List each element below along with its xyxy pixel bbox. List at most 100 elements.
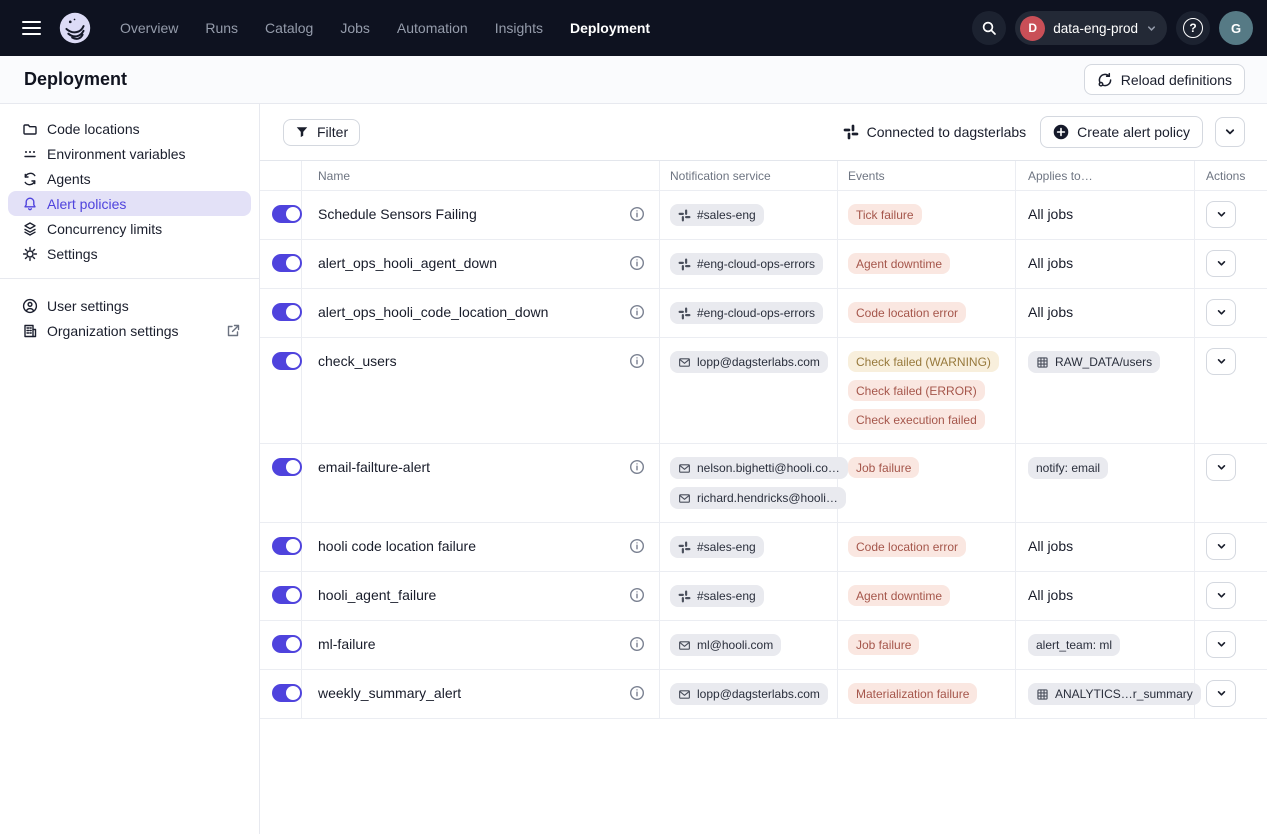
primary-nav-items: Overview Runs Catalog Jobs Automation Insight… bbox=[120, 20, 650, 36]
slack-icon bbox=[843, 124, 859, 140]
deployment-switcher[interactable]: D data-eng-prod bbox=[1015, 11, 1167, 45]
policy-enabled-toggle[interactable] bbox=[272, 254, 302, 272]
email-icon bbox=[678, 462, 691, 475]
filter-funnel-icon bbox=[295, 125, 309, 139]
sidebar-item-agents[interactable]: Agents bbox=[8, 166, 251, 191]
policy-name: email-failture-alert bbox=[318, 457, 430, 477]
sidebar-item-label: Alert policies bbox=[47, 196, 126, 212]
more-actions-button[interactable] bbox=[1215, 117, 1245, 147]
row-actions-menu-button[interactable] bbox=[1206, 250, 1236, 277]
info-icon[interactable] bbox=[629, 457, 645, 475]
notification-service-cell: #eng-cloud-ops-errors bbox=[660, 289, 838, 337]
applies-to-value: All jobs bbox=[1028, 204, 1073, 224]
nav-item-automation[interactable]: Automation bbox=[397, 20, 468, 36]
applies-to-cell: alert_team: ml bbox=[1016, 621, 1195, 669]
applies-to-value: All jobs bbox=[1028, 585, 1073, 605]
chevron-down-icon bbox=[1216, 462, 1227, 473]
notification-pill: lopp@dagsterlabs.com bbox=[670, 683, 828, 705]
row-actions-menu-button[interactable] bbox=[1206, 582, 1236, 609]
folder-icon bbox=[22, 121, 38, 137]
dagster-logo-icon[interactable] bbox=[56, 9, 94, 47]
slack-icon bbox=[678, 541, 691, 554]
info-icon[interactable] bbox=[629, 204, 645, 222]
top-navigation: Overview Runs Catalog Jobs Automation Insight… bbox=[0, 0, 1267, 56]
nav-item-deployment[interactable]: Deployment bbox=[570, 20, 650, 36]
hamburger-menu-icon[interactable] bbox=[14, 11, 48, 45]
sidebar-item-environment-variables[interactable]: Environment variables bbox=[8, 141, 251, 166]
nav-item-catalog[interactable]: Catalog bbox=[265, 20, 313, 36]
applies-column-header: Applies to… bbox=[1016, 161, 1195, 190]
table-row: alert_ops_hooli_code_location_down #eng-… bbox=[260, 289, 1267, 338]
email-icon bbox=[678, 492, 691, 505]
policy-enabled-toggle[interactable] bbox=[272, 684, 302, 702]
notification-pill: #sales-eng bbox=[670, 585, 764, 607]
table-row: hooli code location failure #sales-eng C… bbox=[260, 523, 1267, 572]
search-icon[interactable] bbox=[972, 11, 1006, 45]
help-icon[interactable]: ? bbox=[1176, 11, 1210, 45]
deployment-badge: D bbox=[1020, 16, 1045, 41]
applies-to-pill: RAW_DATA/users bbox=[1028, 351, 1160, 373]
events-cell: Tick failure bbox=[838, 191, 1016, 239]
sidebar-item-code-locations[interactable]: Code locations bbox=[8, 116, 251, 141]
events-cell: Job failure bbox=[838, 444, 1016, 522]
chevron-down-icon bbox=[1216, 209, 1227, 220]
row-actions-menu-button[interactable] bbox=[1206, 533, 1236, 560]
info-icon[interactable] bbox=[629, 351, 645, 369]
events-cell: Job failure bbox=[838, 621, 1016, 669]
notification-pill: nelson.bighetti@hooli.co… bbox=[670, 457, 848, 479]
bell-icon bbox=[22, 196, 38, 212]
applies-to-cell: All jobs bbox=[1016, 289, 1195, 337]
policy-name: weekly_summary_alert bbox=[318, 683, 461, 703]
create-alert-policy-button[interactable]: Create alert policy bbox=[1040, 116, 1203, 148]
chevron-down-icon bbox=[1216, 541, 1227, 552]
info-icon[interactable] bbox=[629, 585, 645, 603]
info-icon[interactable] bbox=[629, 302, 645, 320]
notification-service-cell: nelson.bighetti@hooli.co… richard.hendri… bbox=[660, 444, 838, 522]
info-icon[interactable] bbox=[629, 634, 645, 652]
policy-enabled-toggle[interactable] bbox=[272, 635, 302, 653]
policy-enabled-toggle[interactable] bbox=[272, 205, 302, 223]
policy-enabled-toggle[interactable] bbox=[272, 303, 302, 321]
slack-icon bbox=[678, 209, 691, 222]
row-actions-menu-button[interactable] bbox=[1206, 631, 1236, 658]
row-actions-menu-button[interactable] bbox=[1206, 201, 1236, 228]
sidebar-item-concurrency-limits[interactable]: Concurrency limits bbox=[8, 216, 251, 241]
reload-definitions-button[interactable]: Reload definitions bbox=[1084, 64, 1245, 95]
user-avatar[interactable]: G bbox=[1219, 11, 1253, 45]
chevron-down-icon bbox=[1216, 258, 1227, 269]
actions-column-header: Actions bbox=[1195, 161, 1267, 190]
info-icon[interactable] bbox=[629, 683, 645, 701]
nav-item-runs[interactable]: Runs bbox=[205, 20, 238, 36]
policy-name: hooli code location failure bbox=[318, 536, 476, 556]
filter-button[interactable]: Filter bbox=[283, 119, 360, 146]
notification-pill: #sales-eng bbox=[670, 204, 764, 226]
applies-to-value: All jobs bbox=[1028, 302, 1073, 322]
event-badge: Materialization failure bbox=[848, 683, 977, 704]
policy-enabled-toggle[interactable] bbox=[272, 352, 302, 370]
row-actions-menu-button[interactable] bbox=[1206, 680, 1236, 707]
nav-item-overview[interactable]: Overview bbox=[120, 20, 178, 36]
nav-item-jobs[interactable]: Jobs bbox=[340, 20, 370, 36]
sidebar-item-organization-settings[interactable]: Organization settings bbox=[8, 318, 251, 343]
policy-enabled-toggle[interactable] bbox=[272, 537, 302, 555]
nav-item-insights[interactable]: Insights bbox=[495, 20, 543, 36]
chevron-down-icon bbox=[1224, 126, 1236, 138]
notification-pill: #sales-eng bbox=[670, 536, 764, 558]
sidebar-item-alert-policies[interactable]: Alert policies bbox=[8, 191, 251, 216]
row-actions-menu-button[interactable] bbox=[1206, 454, 1236, 481]
sidebar-item-user-settings[interactable]: User settings bbox=[8, 293, 251, 318]
sidebar-item-label: Organization settings bbox=[47, 323, 179, 339]
policy-name: hooli_agent_failure bbox=[318, 585, 436, 605]
events-cell: Materialization failure bbox=[838, 670, 1016, 718]
info-icon[interactable] bbox=[629, 253, 645, 271]
chevron-down-icon bbox=[1216, 356, 1227, 367]
policy-enabled-toggle[interactable] bbox=[272, 458, 302, 476]
policy-enabled-toggle[interactable] bbox=[272, 586, 302, 604]
row-actions-menu-button[interactable] bbox=[1206, 348, 1236, 375]
sidebar-item-settings[interactable]: Settings bbox=[8, 241, 251, 266]
info-icon[interactable] bbox=[629, 536, 645, 554]
env-vars-icon bbox=[22, 146, 38, 162]
slack-icon bbox=[678, 590, 691, 603]
events-cell: Check failed (WARNING)Check failed (ERRO… bbox=[838, 338, 1016, 443]
row-actions-menu-button[interactable] bbox=[1206, 299, 1236, 326]
